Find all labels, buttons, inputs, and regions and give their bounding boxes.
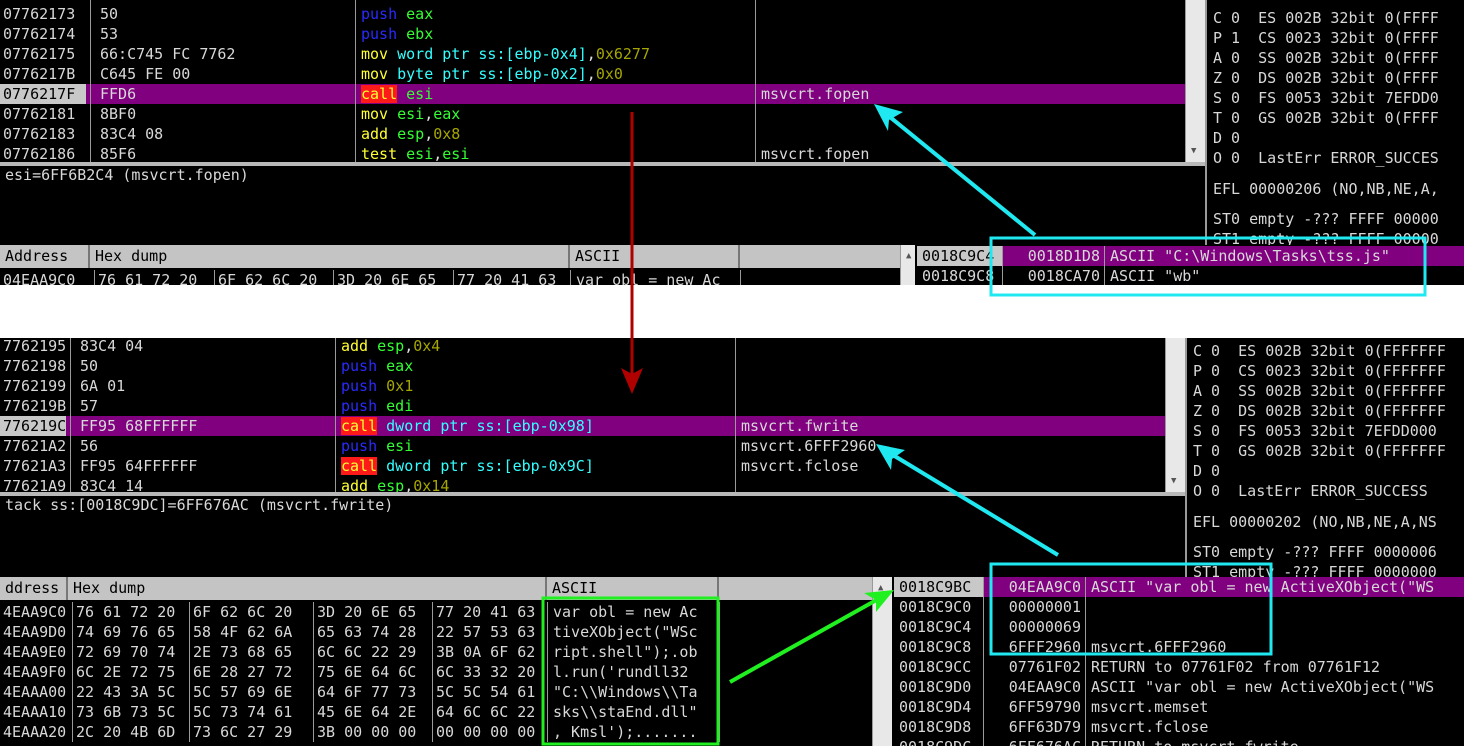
red-down-arrow	[621, 112, 643, 394]
annotation-overlay	[541, 104, 1427, 746]
cyan-highlight-box-bottom-stack	[989, 562, 1273, 656]
cyan-highlight-box-top-stack	[989, 236, 1427, 297]
green-arrow	[729, 590, 894, 684]
cyan-arrow-fopen	[874, 104, 1037, 237]
cyan-arrow-fwrite	[876, 444, 1060, 557]
green-highlight-box-ascii	[541, 596, 720, 746]
